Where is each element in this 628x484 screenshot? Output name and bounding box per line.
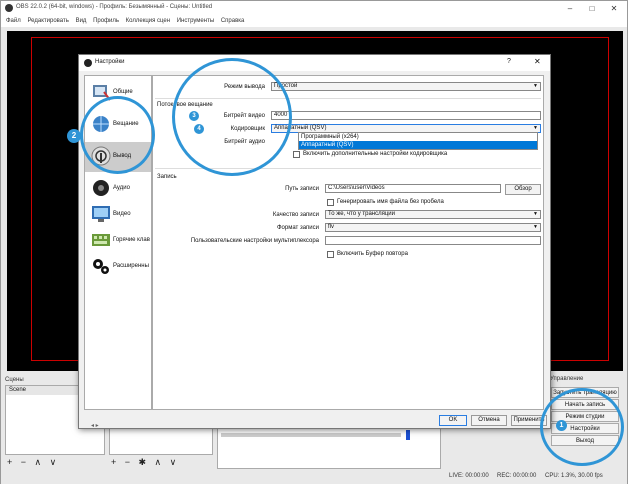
chevron-down-icon: ▼	[533, 224, 538, 230]
obs-logo-icon	[5, 4, 13, 12]
advanced-encoder-checkbox[interactable]	[293, 151, 300, 158]
source-tools[interactable]: + − ✱ ∧ ∨	[111, 457, 179, 468]
chevron-down-icon: ▼	[533, 211, 538, 217]
rec-quality-select[interactable]: То же, что у трансляции ▼	[325, 210, 541, 219]
step-badge-3: 3	[189, 111, 199, 121]
menu-view[interactable]: Вид	[76, 16, 87, 27]
step-badge-2: 2	[67, 129, 81, 143]
gen-filename-label: Генерировать имя файла без пробела	[337, 199, 444, 205]
rec-format-label: Формат записи	[276, 225, 319, 231]
output-mode-select[interactable]: Простой ▼	[271, 82, 541, 91]
maximize-icon[interactable]: □	[581, 1, 603, 16]
settings-dialog: Настройки ? ✕ Общие Вещание Вывод Аудио …	[78, 54, 551, 429]
cancel-button[interactable]: Отмена	[471, 415, 507, 426]
settings-titlebar: Настройки ? ✕	[79, 55, 550, 71]
status-bar: LIVE: 00:00:00 REC: 00:00:00 CPU: 1.3%, …	[1, 471, 627, 483]
menu-file[interactable]: Файл	[6, 16, 21, 27]
help-button[interactable]: ?	[507, 58, 511, 65]
menu-tools[interactable]: Инструменты	[177, 16, 214, 27]
muxer-settings-input[interactable]	[325, 236, 541, 245]
minimize-icon[interactable]: –	[559, 1, 581, 16]
category-advanced[interactable]: Расширенны	[85, 252, 151, 282]
obs-logo-icon	[84, 59, 92, 67]
chevron-down-icon: ▼	[533, 83, 538, 89]
obs-titlebar: OBS 22.0.2 (64-bit, windows) - Профиль: …	[1, 1, 627, 16]
step-badge-4: 4	[194, 124, 204, 134]
menu-edit[interactable]: Редактировать	[27, 16, 68, 27]
gears-icon	[93, 259, 109, 274]
category-scrollbar[interactable]: ◂ ▸	[91, 422, 157, 430]
ok-button[interactable]: OK	[439, 415, 467, 426]
menu-profile[interactable]: Профиль	[93, 16, 119, 27]
encoder-option-x264[interactable]: Программный (x264)	[299, 133, 537, 141]
rec-path-label: Путь записи	[285, 186, 319, 192]
rec-quality-label: Качество записи	[272, 212, 319, 218]
advanced-encoder-label: Включить дополнительные настройки кодиро…	[303, 151, 448, 157]
recording-section-title: Запись	[157, 174, 177, 180]
live-time: LIVE: 00:00:00	[449, 473, 489, 479]
rec-format-select[interactable]: flv ▼	[325, 223, 541, 232]
video-bitrate-input[interactable]: 4000	[271, 111, 541, 120]
monitor-icon	[92, 206, 110, 222]
mute-icon[interactable]	[406, 430, 410, 440]
scene-tools[interactable]: + − ∧ ∨	[7, 457, 59, 468]
highlight-ring-settings	[540, 388, 624, 466]
obs-menubar: Файл Редактировать Вид Профиль Коллекция…	[1, 16, 627, 27]
menu-help[interactable]: Справка	[221, 16, 245, 27]
controls-dock-label: Управление	[550, 376, 584, 382]
scenes-dock-label: Сцены	[5, 377, 24, 383]
rec-time: REC: 00:00:00	[497, 473, 537, 479]
menu-scene-collection[interactable]: Коллекция сцен	[126, 16, 170, 27]
close-icon[interactable]: ✕	[603, 1, 625, 16]
cpu-status: CPU: 1.3%, 30.00 fps	[545, 473, 603, 479]
browse-button[interactable]: Обзор	[505, 184, 541, 195]
mixer-volume-bar[interactable]	[221, 430, 410, 440]
replay-buffer-checkbox[interactable]	[327, 251, 334, 258]
chevron-down-icon: ▼	[533, 125, 538, 131]
gen-filename-checkbox[interactable]	[327, 199, 334, 206]
speaker-icon	[93, 180, 109, 196]
settings-title: Настройки	[95, 59, 125, 65]
close-dialog-button[interactable]: ✕	[534, 57, 541, 66]
obs-window-title: OBS 22.0.2 (64-bit, windows) - Профиль: …	[16, 4, 213, 10]
rec-path-input[interactable]: C:\Users\user\Videos	[325, 184, 501, 193]
keyboard-icon	[92, 234, 110, 246]
replay-buffer-label: Включить Буфер повтора	[337, 251, 408, 257]
encoder-dropdown-list: Программный (x264) Аппаратный (QSV)	[298, 132, 538, 150]
muxer-settings-label: Пользовательские настройки мультиплексор…	[190, 238, 319, 244]
encoder-option-qsv[interactable]: Аппаратный (QSV)	[299, 141, 537, 149]
step-badge-1: 1	[556, 420, 567, 431]
highlight-ring-output	[80, 96, 155, 174]
